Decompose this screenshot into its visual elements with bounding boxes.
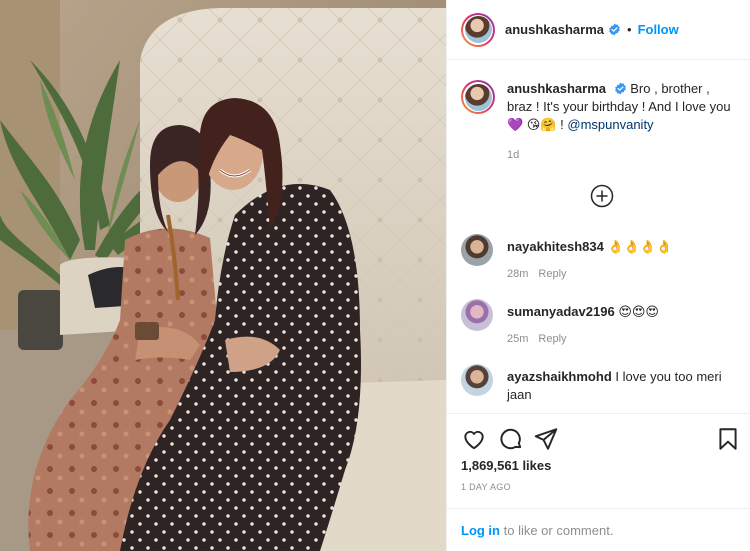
header-separator: • — [627, 22, 632, 37]
comment-time[interactable]: 28m — [507, 268, 528, 280]
comment-text: 😍😍😍 — [618, 304, 659, 319]
login-prompt: Log in to like or comment. — [447, 508, 750, 551]
post-header: anushkasharma • Follow — [447, 0, 750, 60]
action-bar — [461, 426, 741, 452]
comment-item: nayakhitesh834 👌👌👌👌 28m Reply — [461, 234, 741, 283]
author-avatar[interactable] — [461, 12, 495, 47]
comment-item: ayazshaikhmohd I love you too meri jaan — [461, 364, 741, 404]
author-avatar-image — [464, 16, 492, 43]
post-actions-section: 1,869,561 likes 1 DAY AGO Log in to like… — [447, 413, 750, 551]
post-photo[interactable] — [0, 0, 446, 551]
paper-plane-icon[interactable] — [533, 426, 559, 452]
caption-time[interactable]: 1d — [507, 146, 737, 164]
comment-username[interactable]: sumanyadav2196 — [507, 304, 615, 319]
likes-count[interactable]: 1,869,561 likes — [461, 458, 551, 473]
caption-mention-link[interactable]: @mspunvanity — [567, 117, 653, 132]
comment-time[interactable]: 25m — [507, 333, 528, 345]
instagram-post: anushkasharma • Follow anushkasharma Bro… — [0, 0, 750, 551]
caption-username[interactable]: anushkasharma — [507, 81, 606, 96]
heart-outline-icon[interactable] — [461, 426, 487, 452]
bookmark-icon[interactable] — [715, 426, 741, 452]
caption-avatar[interactable] — [461, 80, 495, 114]
comment-item: sumanyadav2196 😍😍😍 25m Reply — [461, 299, 741, 348]
login-suffix: to like or comment. — [500, 523, 614, 538]
post-image — [0, 0, 446, 551]
comment-avatar[interactable] — [461, 364, 493, 396]
verified-badge-icon — [609, 23, 620, 36]
comment-username[interactable]: nayakhitesh834 — [507, 239, 604, 254]
login-link[interactable]: Log in — [461, 523, 500, 538]
follow-button[interactable]: Follow — [638, 22, 679, 37]
speech-bubble-icon[interactable] — [498, 426, 524, 452]
post-timestamp[interactable]: 1 DAY AGO — [461, 482, 511, 492]
plus-circle-icon[interactable] — [590, 184, 614, 208]
caption-verified-icon — [614, 82, 626, 95]
comment-avatar[interactable] — [461, 234, 493, 266]
caption-avatar-image — [464, 83, 492, 111]
comment-reply-button[interactable]: Reply — [538, 268, 566, 280]
caption: anushkasharma Bro , brother , braz ! It'… — [461, 80, 741, 164]
author-username[interactable]: anushkasharma — [505, 22, 604, 37]
post-sidebar: anushkasharma • Follow anushkasharma Bro… — [446, 0, 750, 551]
comment-username[interactable]: ayazshaikhmohd — [507, 369, 612, 384]
comment-avatar[interactable] — [461, 299, 493, 331]
caption-body: anushkasharma Bro , brother , braz ! It'… — [507, 80, 737, 164]
comment-reply-button[interactable]: Reply — [538, 333, 566, 345]
comment-text: 👌👌👌👌 — [607, 239, 673, 254]
